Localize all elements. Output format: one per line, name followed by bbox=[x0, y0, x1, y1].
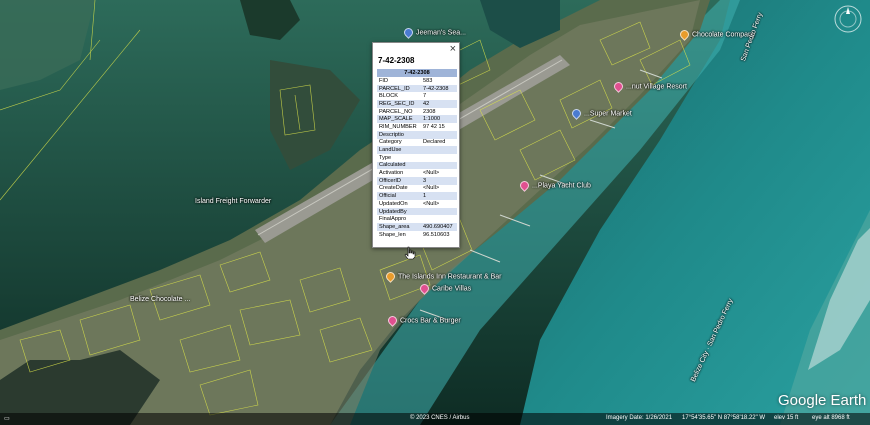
poi-label[interactable]: The Islands Inn Restaurant & Bar bbox=[384, 270, 502, 283]
attribute-value: <Null> bbox=[423, 170, 440, 177]
attribute-key: LandUse bbox=[377, 146, 421, 154]
attribute-value: 97 42 15 bbox=[423, 123, 445, 130]
table-row: PARCEL_ID 7-42-2308 bbox=[377, 84, 457, 93]
attribute-key: Type bbox=[379, 154, 392, 161]
copyright-text: © 2023 CNES / Airbus bbox=[410, 415, 470, 421]
table-row: Shape_len 96.510603 bbox=[377, 231, 457, 239]
attribute-key: Shape_len bbox=[379, 231, 406, 238]
table-row: UpdatedBy bbox=[377, 207, 457, 216]
attribute-key: REG_SEC_ID bbox=[377, 100, 421, 108]
attribute-value: 3 bbox=[421, 176, 457, 185]
attribute-value bbox=[421, 146, 457, 154]
table-row: LandUse bbox=[377, 146, 457, 154]
google-earth-logo: Google Earth bbox=[778, 392, 867, 409]
attribute-key: PARCEL_ID bbox=[377, 84, 421, 93]
parcel-info-popup: × 7-42-2308 7-42-2308 FID 583 PARCEL_ID 7-4… bbox=[372, 42, 460, 248]
table-row: Descriptio bbox=[377, 130, 457, 139]
attribute-key: CreateDate bbox=[379, 185, 408, 192]
coordinates-readout: 17°54'35.65" N 87°58'18.22" W bbox=[682, 415, 766, 421]
poi-label[interactable]: Jeeman's Sea... bbox=[402, 26, 466, 39]
table-header: 7-42-2308 bbox=[377, 69, 457, 77]
poi-label[interactable]: ...nut Village Resort bbox=[612, 80, 687, 93]
poi-label: Belize Chocolate ... bbox=[130, 296, 191, 303]
eye-altitude-readout: eye alt 8968 ft bbox=[812, 415, 850, 421]
table-row: Type bbox=[377, 154, 457, 162]
compass-icon[interactable] bbox=[833, 4, 863, 34]
close-icon[interactable]: × bbox=[450, 44, 456, 55]
table-row: Category Declared bbox=[377, 139, 457, 147]
attribute-value: 7 bbox=[423, 93, 427, 100]
attribute-value: 490.690407 bbox=[421, 223, 457, 231]
attribute-value bbox=[421, 215, 457, 223]
attribute-key: Official bbox=[377, 192, 421, 200]
attribute-value: 1 bbox=[421, 192, 457, 200]
table-row: MAP_SCALE 1:1000 bbox=[377, 115, 457, 124]
table-row: PARCEL_NO 2308 bbox=[377, 108, 457, 116]
poi-label: Island Freight Forwarder bbox=[195, 198, 272, 205]
attribute-value: 42 bbox=[421, 100, 457, 108]
attribute-key: FID bbox=[379, 77, 389, 84]
attribute-key: FinalAppro bbox=[379, 216, 407, 223]
attribute-key: MAP_SCALE bbox=[377, 115, 421, 124]
hand-cursor-icon bbox=[404, 246, 416, 260]
attribute-key: UpdatedOn bbox=[379, 200, 408, 207]
status-bar: ▭ © 2023 CNES / Airbus Imagery Date: 1/2… bbox=[0, 413, 870, 425]
attribute-key: Category bbox=[379, 139, 402, 146]
table-row: Calculated bbox=[377, 161, 457, 170]
attribute-value bbox=[421, 154, 457, 162]
attribute-value: <Null> bbox=[423, 185, 440, 192]
table-row: UpdatedOn <Null> bbox=[377, 200, 457, 208]
attribute-value bbox=[421, 130, 457, 139]
poi-label[interactable]: ...Playa Yacht Club bbox=[518, 179, 591, 192]
attribute-key: Calculated bbox=[377, 161, 421, 170]
attribute-value: 1:1000 bbox=[421, 115, 457, 124]
attribute-value: 96.510603 bbox=[423, 231, 450, 238]
table-row: RIM_NUMBER 97 42 15 bbox=[377, 123, 457, 131]
poi-label[interactable]: Chocolate Company bbox=[678, 28, 755, 41]
popup-title: 7-42-2308 bbox=[378, 56, 415, 65]
table-row: Official 1 bbox=[377, 192, 457, 200]
poi-label[interactable]: ...Super Market bbox=[570, 107, 632, 120]
attribute-key: Descriptio bbox=[377, 130, 421, 139]
attribute-value: 7-42-2308 bbox=[421, 84, 457, 93]
attribute-key: Activation bbox=[379, 170, 404, 177]
attribute-key: BLOCK bbox=[379, 93, 398, 100]
attribute-key: OfficerID bbox=[377, 176, 421, 185]
attribute-value: 2308 bbox=[423, 108, 436, 115]
attribute-key: Shape_area bbox=[377, 223, 421, 231]
scale-icon: ▭ bbox=[4, 416, 10, 422]
attribute-value: <Null> bbox=[423, 200, 440, 207]
poi-label[interactable]: Crocs Bar & Burger bbox=[386, 314, 461, 327]
attribute-value bbox=[421, 161, 457, 170]
attribute-key: RIM_NUMBER bbox=[379, 123, 417, 130]
table-row: OfficerID 3 bbox=[377, 176, 457, 185]
attribute-key: PARCEL_NO bbox=[379, 108, 413, 115]
table-row: BLOCK 7 bbox=[377, 92, 457, 100]
imagery-date: Imagery Date: 1/26/2021 bbox=[606, 415, 673, 421]
table-row: Shape_area 490.690407 bbox=[377, 223, 457, 231]
attribute-table: 7-42-2308 FID 583 PARCEL_ID 7-42-2308 BLOCK 7… bbox=[377, 69, 457, 238]
elevation-readout: elev 15 ft bbox=[774, 415, 799, 421]
poi-label[interactable]: Caribe Villas bbox=[418, 282, 471, 295]
attribute-value: Declared bbox=[423, 139, 446, 146]
table-row: FinalAppro bbox=[377, 215, 457, 223]
attribute-value bbox=[421, 207, 457, 216]
attribute-key: UpdatedBy bbox=[377, 207, 421, 216]
table-row: FID 583 bbox=[377, 77, 457, 85]
table-row: CreateDate <Null> bbox=[377, 185, 457, 193]
attribute-value: 583 bbox=[423, 77, 433, 84]
table-row: REG_SEC_ID 42 bbox=[377, 100, 457, 108]
table-row: Activation <Null> bbox=[377, 169, 457, 177]
